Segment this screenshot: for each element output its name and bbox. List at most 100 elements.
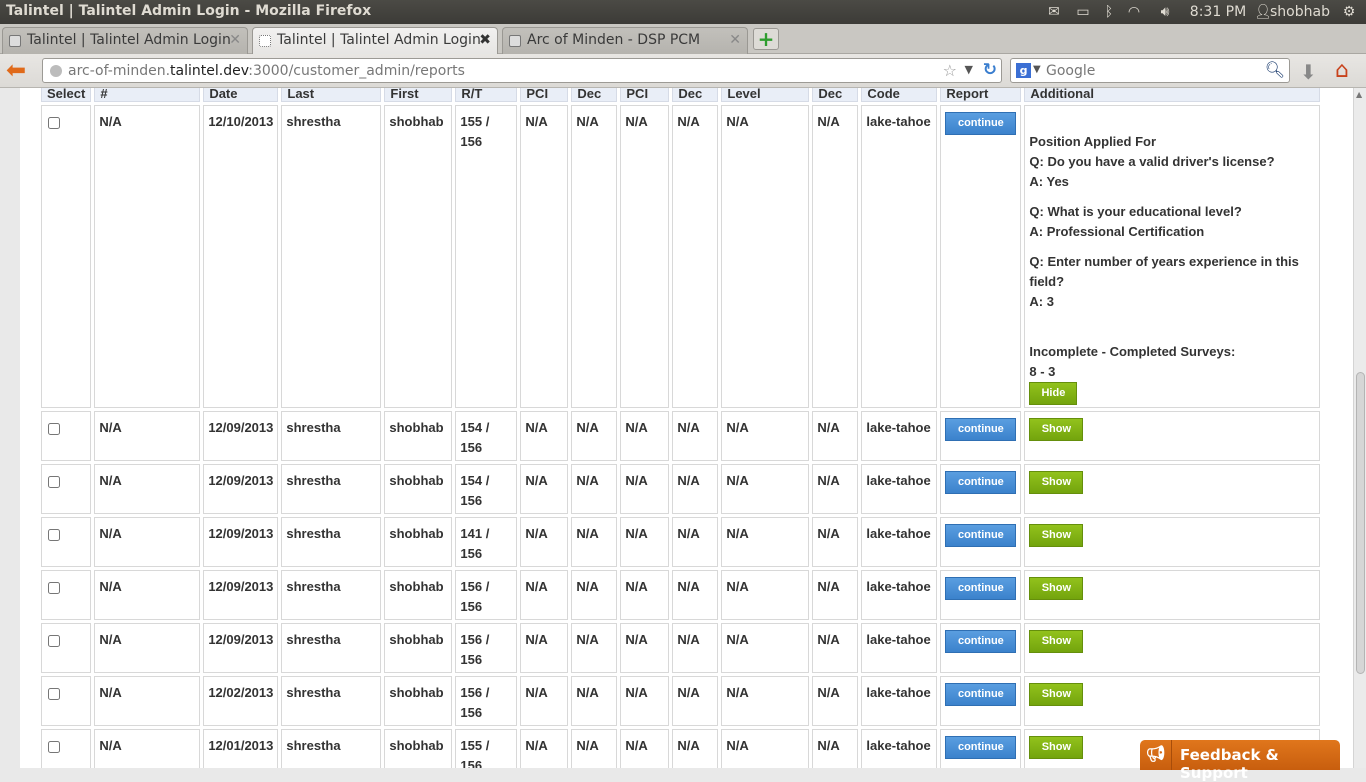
cell-num: N/A (94, 411, 201, 461)
user-name[interactable]: shobhab (1268, 4, 1340, 20)
answer-text: A: Professional Certification (1029, 224, 1205, 239)
continue-button[interactable]: continue (945, 418, 1017, 441)
address-bar[interactable]: arc-of-minden.talintel.dev:3000/customer… (42, 58, 1002, 83)
report-cell: continue (940, 411, 1022, 461)
scrollbar-thumb[interactable] (1356, 372, 1365, 674)
row-select-checkbox[interactable] (48, 741, 60, 753)
column-header: Dec (672, 88, 719, 102)
search-placeholder: Google (1046, 63, 1096, 79)
scroll-up-icon[interactable]: ▲ (1356, 90, 1362, 99)
show-button[interactable]: Show (1029, 577, 1084, 600)
page-icon (509, 35, 521, 47)
report-cell: continue (940, 729, 1022, 768)
row-select-checkbox[interactable] (48, 476, 60, 488)
tab-arc-of-minden[interactable]: Arc of Minden - DSP PCM ✕ (502, 27, 748, 54)
close-icon[interactable]: ✖ (479, 32, 491, 48)
engine-dropdown-icon[interactable]: ▼ (1033, 64, 1041, 75)
row-select-checkbox[interactable] (48, 582, 60, 594)
continue-button[interactable]: continue (945, 524, 1017, 547)
url-prefix: arc-of-minden. (68, 63, 171, 79)
cell-pci1: N/A (520, 411, 569, 461)
cell-rt: 154 / 156 (455, 411, 518, 461)
volume-icon[interactable]: 🔊︎ (1148, 4, 1182, 20)
bookmark-star-icon[interactable]: ☆ (943, 61, 957, 80)
cell-rt: 154 / 156 (455, 464, 518, 514)
cell-dec2: N/A (672, 464, 719, 514)
row-select-checkbox[interactable] (48, 117, 60, 129)
search-icon[interactable]: 🔍︎ (1265, 60, 1285, 79)
feedback-label: Feedback & Support (1180, 746, 1279, 782)
row-select-checkbox[interactable] (48, 529, 60, 541)
column-header: Dec (812, 88, 859, 102)
bluetooth-icon[interactable]: ᛒ (1098, 4, 1120, 20)
show-button[interactable]: Show (1029, 524, 1084, 547)
hide-button[interactable]: Hide (1029, 382, 1078, 405)
select-cell (41, 729, 92, 768)
cell-dec2: N/A (672, 517, 719, 567)
cell-first: shobhab (384, 517, 453, 567)
cell-dec3: N/A (812, 570, 859, 620)
back-arrow-icon[interactable]: ⬅ (6, 58, 32, 83)
cell-dec3: N/A (812, 105, 859, 408)
cell-pci2: N/A (620, 517, 670, 567)
cell-date: 12/09/2013 (203, 411, 279, 461)
battery-icon[interactable]: ▭ (1068, 4, 1098, 20)
row-select-checkbox[interactable] (48, 635, 60, 647)
cell-dec1: N/A (571, 570, 618, 620)
close-icon[interactable]: ✕ (729, 32, 741, 48)
show-button[interactable]: Show (1029, 630, 1084, 653)
home-icon[interactable]: ⌂ (1335, 58, 1361, 83)
continue-button[interactable]: continue (945, 630, 1017, 653)
continue-button[interactable]: continue (945, 112, 1017, 135)
tab-admin-login-2[interactable]: Talintel | Talintel Admin Login ✖ (252, 27, 498, 55)
continue-button[interactable]: continue (945, 736, 1017, 759)
cell-first: shobhab (384, 570, 453, 620)
table-row: N/A 12/02/2013 shrestha shobhab 156 / 156 N/A… (41, 676, 1321, 726)
column-header: Additional (1024, 88, 1321, 102)
download-icon[interactable]: ⬇ (1300, 60, 1317, 84)
google-icon[interactable]: g (1016, 63, 1031, 78)
cell-date: 12/09/2013 (203, 570, 279, 620)
cell-num: N/A (94, 105, 201, 408)
show-button[interactable]: Show (1029, 471, 1084, 494)
cell-first: shobhab (384, 464, 453, 514)
cell-rt: 156 / 156 (455, 623, 518, 673)
continue-button[interactable]: continue (945, 577, 1017, 600)
row-select-checkbox[interactable] (48, 688, 60, 700)
cell-date: 12/09/2013 (203, 623, 279, 673)
vertical-scrollbar[interactable]: ▲ (1353, 88, 1366, 768)
tab-admin-login-1[interactable]: Talintel | Talintel Admin Login ✕ (2, 27, 248, 54)
report-cell: continue (940, 517, 1022, 567)
row-select-checkbox[interactable] (48, 423, 60, 435)
cell-date: 12/01/2013 (203, 729, 279, 768)
cell-dec1: N/A (571, 411, 618, 461)
gear-icon[interactable]: ⚙ (1340, 4, 1358, 20)
cell-rt: 141 / 156 (455, 517, 518, 567)
reload-icon[interactable]: ↻ (983, 60, 997, 80)
cell-pci1: N/A (520, 464, 569, 514)
column-header: First (384, 88, 453, 102)
report-cell: continue (940, 676, 1022, 726)
report-cell: continue (940, 464, 1022, 514)
history-dropdown-icon[interactable]: ▼ (965, 63, 973, 76)
wifi-icon[interactable]: ◠ (1120, 4, 1148, 20)
cell-dec1: N/A (571, 464, 618, 514)
column-header: Select (41, 88, 92, 102)
search-box[interactable]: g ▼ Google 🔍︎ (1010, 58, 1290, 83)
close-icon[interactable]: ✕ (229, 32, 241, 48)
cell-num: N/A (94, 729, 201, 768)
show-button[interactable]: Show (1029, 418, 1084, 441)
show-button[interactable]: Show (1029, 683, 1084, 706)
report-cell: continue (940, 623, 1022, 673)
mail-icon[interactable]: ✉ (1040, 4, 1068, 20)
feedback-support-button[interactable]: 📢︎ Feedback & Support (1140, 740, 1340, 782)
continue-button[interactable]: continue (945, 683, 1017, 706)
continue-button[interactable]: continue (945, 471, 1017, 494)
additional-cell: Show (1024, 676, 1321, 726)
new-tab-button[interactable]: + (753, 28, 779, 50)
show-button[interactable]: Show (1029, 736, 1084, 759)
clock[interactable]: 8:31 PM (1182, 4, 1254, 20)
cell-level: N/A (721, 623, 810, 673)
cell-rt: 156 / 156 (455, 570, 518, 620)
answer-text: A: Yes (1029, 174, 1069, 189)
